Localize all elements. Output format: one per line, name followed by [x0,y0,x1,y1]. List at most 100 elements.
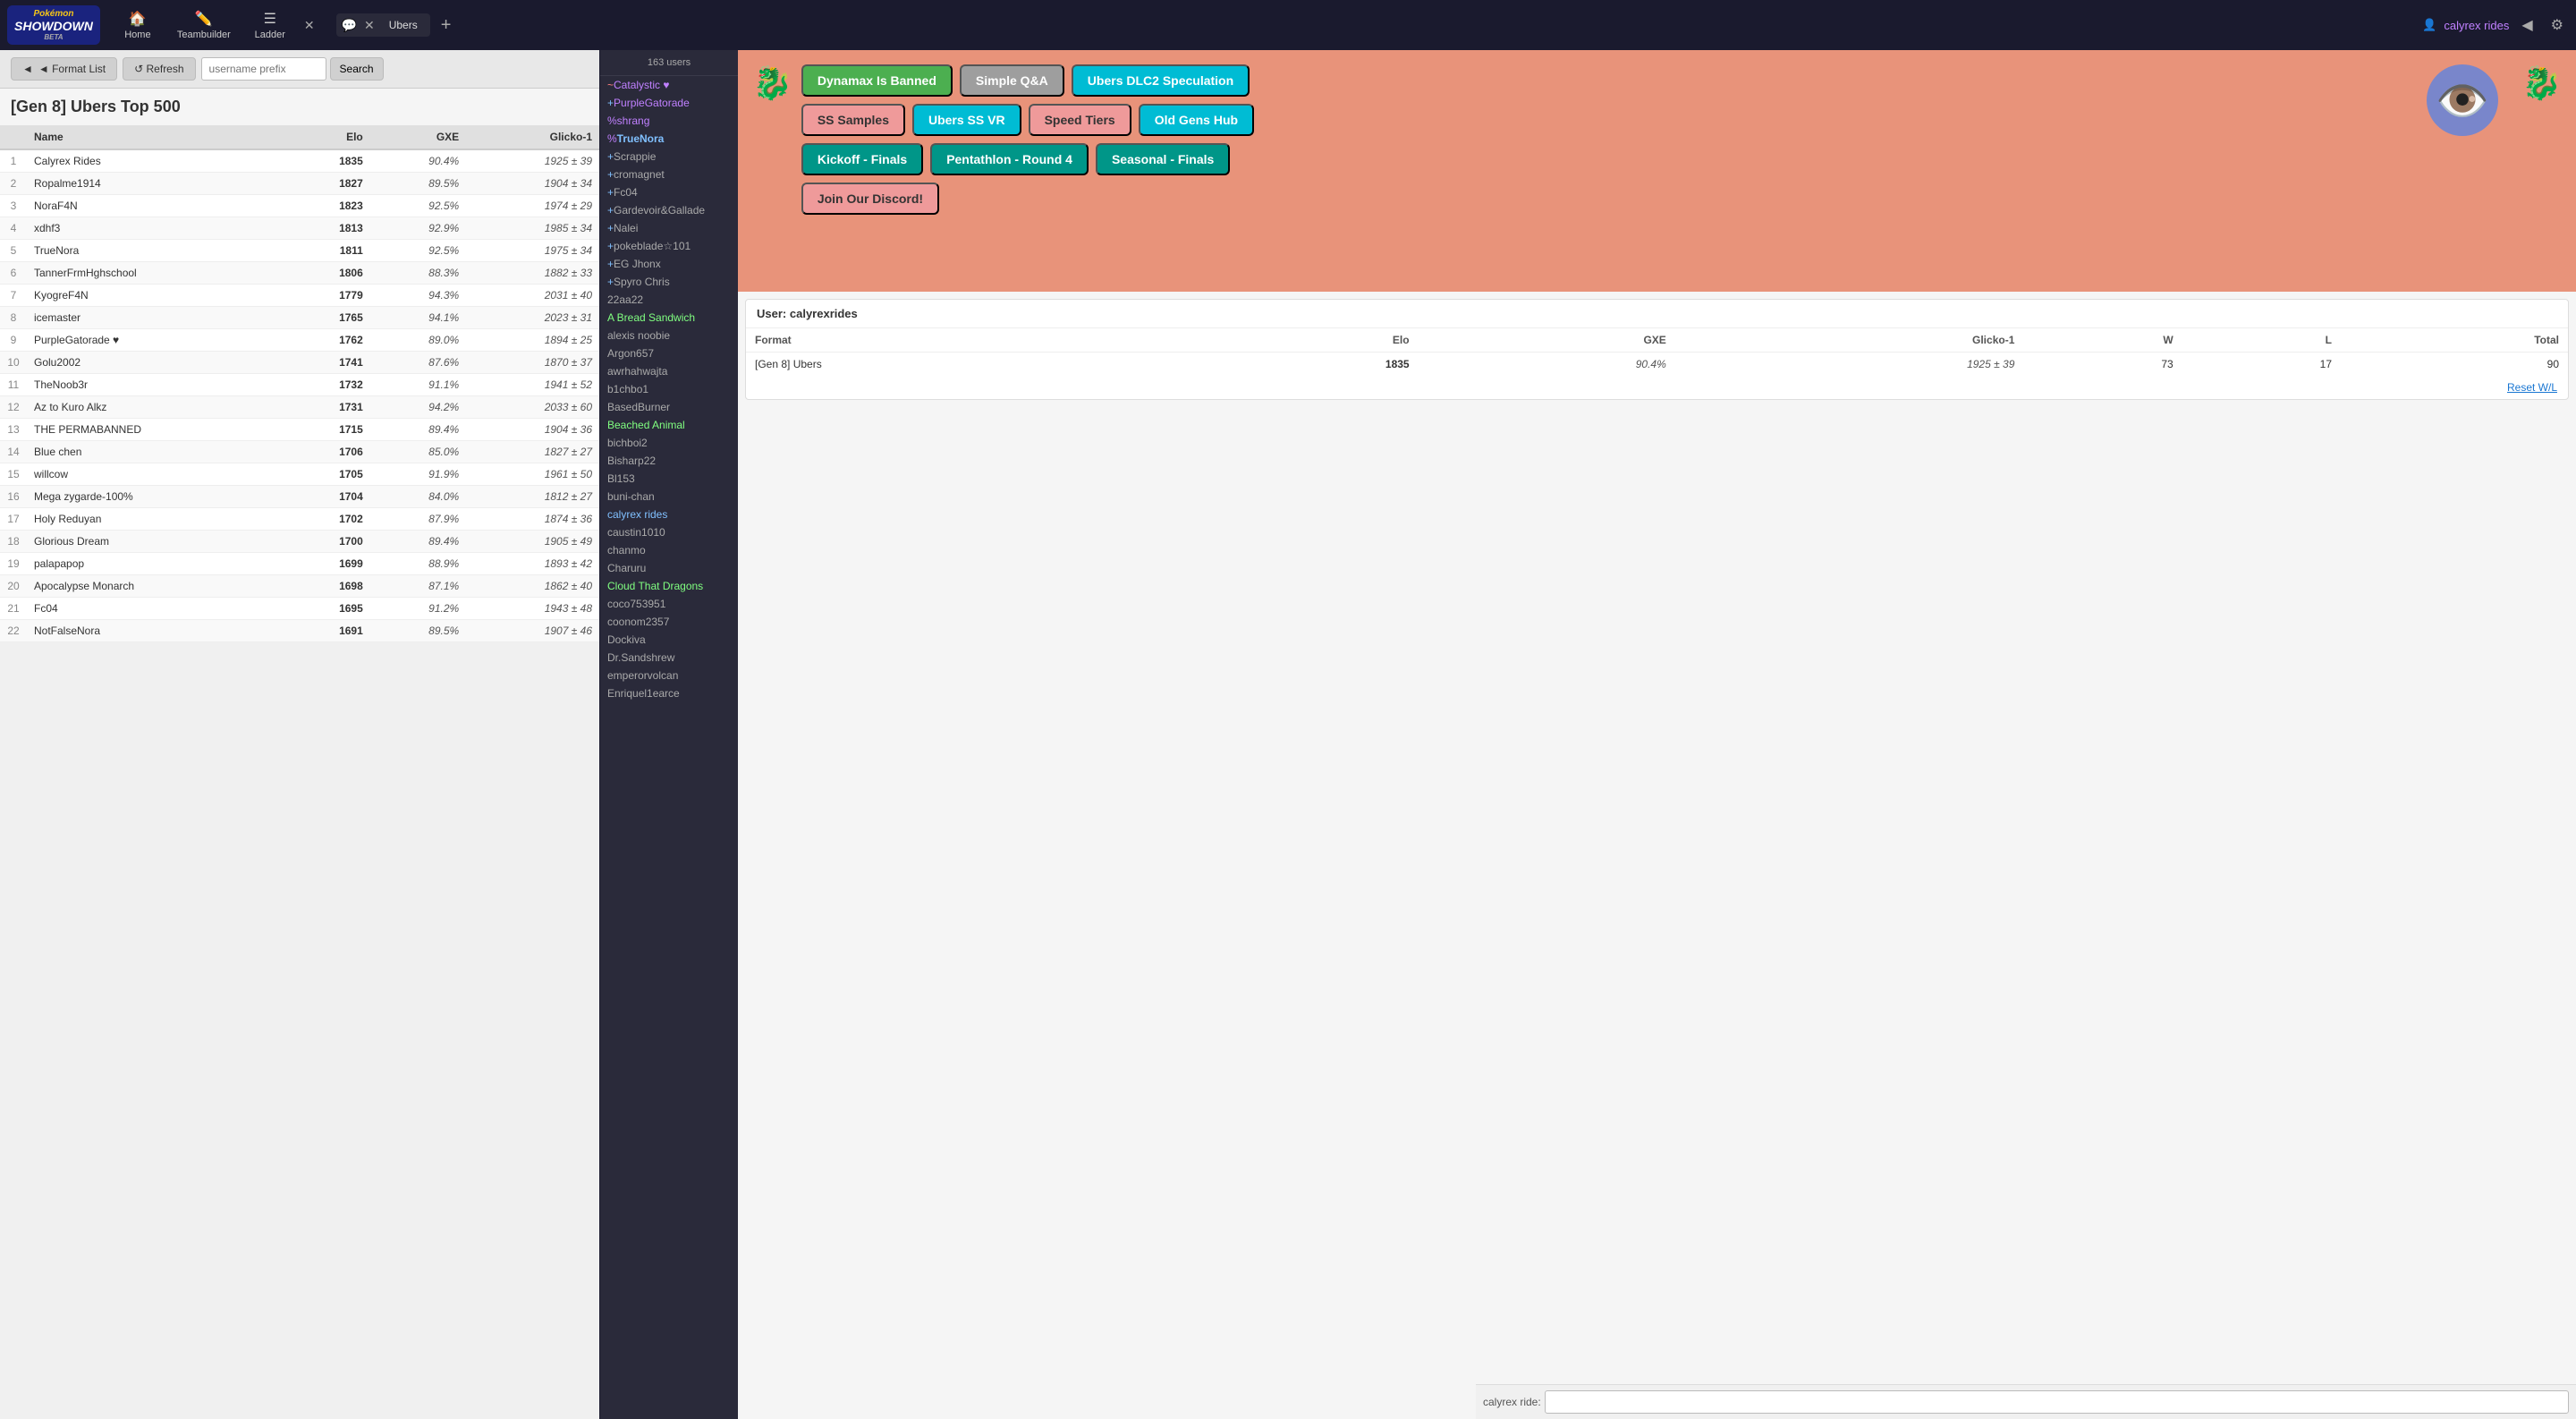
chat-input[interactable] [1545,1390,2569,1414]
table-row[interactable]: 15 willcow 1705 91.9% 1961 ± 50 [0,463,599,486]
room-tag-button[interactable]: Kickoff - Finals [801,143,923,175]
table-row[interactable]: 7 KyogreF4N 1779 94.3% 2031 ± 40 [0,285,599,307]
room-tag-button[interactable]: Speed Tiers [1029,104,1131,136]
table-row[interactable]: 17 Holy Reduyan 1702 87.9% 1874 ± 36 [0,508,599,531]
username-label[interactable]: calyrex rides [2444,19,2509,32]
room-tag-button[interactable]: Ubers DLC2 Speculation [1072,64,1250,97]
list-item[interactable]: +pokeblade☆101 [600,237,738,255]
table-row[interactable]: 3 NoraF4N 1823 92.5% 1974 ± 29 [0,195,599,217]
list-item[interactable]: +Scrappie [600,148,738,166]
users-panel[interactable]: 163 users ~Catalystic ♥+PurpleGatorade%s… [599,50,738,1419]
list-item[interactable]: Beached Animal [600,416,738,434]
room-tag-button[interactable]: Seasonal - Finals [1096,143,1230,175]
list-item[interactable]: chanmo [600,541,738,559]
list-item[interactable]: calyrex rides [600,506,738,523]
room-tag-button[interactable]: Ubers SS VR [912,104,1021,136]
table-row[interactable]: 10 Golu2002 1741 87.6% 1870 ± 37 [0,352,599,374]
list-item[interactable]: %TrueNora [600,130,738,148]
list-item[interactable]: coonom2357 [600,613,738,631]
list-item[interactable]: emperorvolcan [600,667,738,684]
ladder-close-button[interactable]: ✕ [301,16,318,35]
gxe-cell: 90.4% [370,149,466,173]
elo-header: Elo [288,125,370,149]
list-item[interactable]: bichboi2 [600,434,738,452]
table-row[interactable]: 5 TrueNora 1811 92.5% 1975 ± 34 [0,240,599,262]
discord-button[interactable]: Join Our Discord! [801,183,939,215]
search-input[interactable] [201,57,326,81]
list-item[interactable]: +cromagnet [600,166,738,183]
stats-username: calyrexrides [790,307,858,320]
room-tag-button[interactable]: Old Gens Hub [1139,104,1254,136]
list-item[interactable]: Bisharp22 [600,452,738,470]
list-item[interactable]: ~Catalystic ♥ [600,76,738,94]
table-row[interactable]: 16 Mega zygarde-100% 1704 84.0% 1812 ± 2… [0,486,599,508]
table-row[interactable]: 20 Apocalypse Monarch 1698 87.1% 1862 ± … [0,575,599,598]
list-item[interactable]: 22aa22 [600,291,738,309]
list-item[interactable]: +Spyro Chris [600,273,738,291]
table-row[interactable]: 4 xdhf3 1813 92.9% 1985 ± 34 [0,217,599,240]
list-item[interactable]: Charuru [600,559,738,577]
rank-cell: 15 [0,463,27,486]
list-item[interactable]: caustin1010 [600,523,738,541]
table-row[interactable]: 22 NotFalseNora 1691 89.5% 1907 ± 46 [0,620,599,642]
home-nav-button[interactable]: 🏠 Home [111,6,165,44]
elo-col-header: Elo [1196,328,1418,353]
list-item[interactable]: b1chbo1 [600,380,738,398]
list-item[interactable]: +Nalei [600,219,738,237]
list-item[interactable]: Cloud That Dragons [600,577,738,595]
table-row[interactable]: 8 icemaster 1765 94.1% 2023 ± 31 [0,307,599,329]
table-row[interactable]: 14 Blue chen 1706 85.0% 1827 ± 27 [0,441,599,463]
list-item[interactable]: buni-chan [600,488,738,506]
table-row[interactable]: 1 Calyrex Rides 1835 90.4% 1925 ± 39 [0,149,599,173]
table-row[interactable]: 13 THE PERMABANNED 1715 89.4% 1904 ± 36 [0,419,599,441]
reset-wl-link[interactable]: Reset W/L [746,376,2568,399]
list-item[interactable]: awrhahwajta [600,362,738,380]
teambuilder-nav-button[interactable]: ✏️ Teambuilder [168,6,240,44]
list-item[interactable]: alexis noobie [600,327,738,344]
list-item[interactable]: %shrang [600,112,738,130]
rank-cell: 2 [0,173,27,195]
room-tag-button[interactable]: SS Samples [801,104,905,136]
table-row[interactable]: 18 Glorious Dream 1700 89.4% 1905 ± 49 [0,531,599,553]
glicko-cell: 1862 ± 40 [466,575,599,598]
table-row[interactable]: 9 PurpleGatorade ♥ 1762 89.0% 1894 ± 25 [0,329,599,352]
volume-button[interactable]: ◀ [2516,13,2538,38]
table-row[interactable]: 12 Az to Kuro Alkz 1731 94.2% 2033 ± 60 [0,396,599,419]
search-button[interactable]: Search [330,57,384,81]
name-cell: Blue chen [27,441,288,463]
teambuilder-icon: ✏️ [195,10,213,28]
elo-cell: 1827 [288,173,370,195]
add-tab-button[interactable]: + [434,15,459,36]
list-item[interactable]: +EG Jhonx [600,255,738,273]
room-tag-button[interactable]: Pentathlon - Round 4 [930,143,1089,175]
list-item[interactable]: BasedBurner [600,398,738,416]
list-item[interactable]: Dr.Sandshrew [600,649,738,667]
table-row[interactable]: 19 palapapop 1699 88.9% 1893 ± 42 [0,553,599,575]
list-item[interactable]: +Gardevoir&Gallade [600,201,738,219]
glicko-cell: 1961 ± 50 [466,463,599,486]
room-tag-button[interactable]: Dynamax Is Banned [801,64,953,97]
format-list-button[interactable]: ◄ ◄ Format List [11,57,117,81]
list-item[interactable]: +Fc04 [600,183,738,201]
table-row[interactable]: 11 TheNoob3r 1732 91.1% 1941 ± 52 [0,374,599,396]
list-item[interactable]: Bl153 [600,470,738,488]
table-row[interactable]: 2 Ropalme1914 1827 89.5% 1904 ± 34 [0,173,599,195]
ubers-tab-close[interactable]: ✕ [360,16,378,35]
list-item[interactable]: Enriquel1earce [600,684,738,702]
name-cell: TannerFrmHghschool [27,262,288,285]
settings-button[interactable]: ⚙ [2546,13,2569,38]
table-row[interactable]: 21 Fc04 1695 91.2% 1943 ± 48 [0,598,599,620]
list-item[interactable]: Argon657 [600,344,738,362]
rank-cell: 14 [0,441,27,463]
ladder-nav-button[interactable]: ☰ Ladder [243,6,297,44]
logo[interactable]: Pokémon SHOWDOWN BETA [7,5,100,45]
glicko-col-header: Glicko-1 [1675,328,2024,353]
refresh-button[interactable]: ↺ Refresh [123,57,195,81]
list-item[interactable]: +PurpleGatorade [600,94,738,112]
room-tag-button[interactable]: Simple Q&A [960,64,1064,97]
table-row[interactable]: 6 TannerFrmHghschool 1806 88.3% 1882 ± 3… [0,262,599,285]
ladder-table-wrap[interactable]: Name Elo GXE Glicko-1 1 Calyrex Rides 18… [0,125,599,1419]
list-item[interactable]: A Bread Sandwich [600,309,738,327]
list-item[interactable]: Dockiva [600,631,738,649]
list-item[interactable]: coco753951 [600,595,738,613]
